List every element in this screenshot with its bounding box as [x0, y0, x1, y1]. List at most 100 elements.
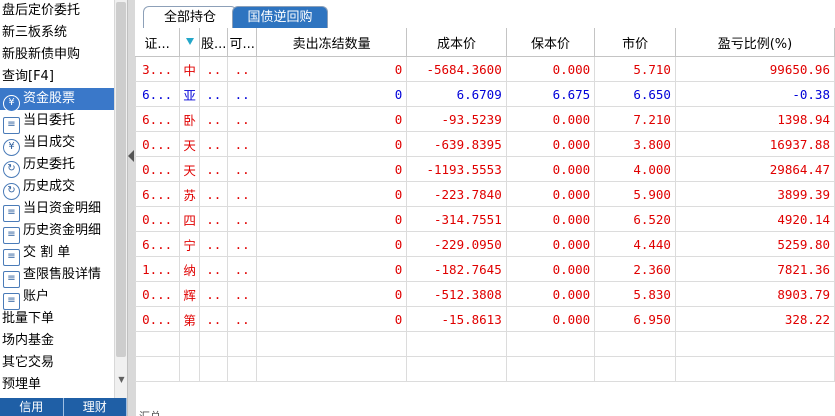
- cell-name: 天: [179, 131, 201, 157]
- sidebar-item[interactable]: ≡ 查限售股详情: [0, 264, 114, 288]
- cell-price: 5.900: [594, 181, 676, 207]
- cell-price: 7.210: [594, 106, 676, 132]
- cell-price: 4.440: [594, 231, 676, 257]
- cell-pnl-ratio: 4920.14: [675, 206, 835, 232]
- cell-cost: -93.5239: [406, 106, 507, 132]
- sidebar-item[interactable]: 新股新债申购: [0, 44, 114, 66]
- empty-cell: [675, 331, 835, 357]
- cell-available-truncated: ..: [227, 256, 257, 282]
- cell-price: 6.650: [594, 81, 676, 107]
- cell-pnl-ratio: 3899.39: [675, 181, 835, 207]
- cell-pnl-ratio: 16937.88: [675, 131, 835, 157]
- cell-available-truncated: ..: [227, 156, 257, 182]
- table-row[interactable]: 6... 亚.... 0 6.6709 6.675 6.650 -0.38: [135, 81, 835, 107]
- cell-name-truncated: ..: [199, 306, 229, 332]
- sidebar-item[interactable]: ¥ 资金股票: [0, 88, 114, 112]
- sidebar-item[interactable]: ≡ 交 割 单: [0, 242, 114, 266]
- table-row[interactable]: 1... 纳.... 0 -182.7645 0.000 2.360 7821.36: [135, 256, 835, 282]
- table-row[interactable]: 6... 卧.... 0 -93.5239 0.000 7.210 1398.94: [135, 106, 835, 132]
- cell-frozen: 0: [256, 156, 408, 182]
- sidebar-item-label: 查询[F4]: [2, 69, 54, 84]
- sidebar-item[interactable]: ↻ 历史委托: [0, 154, 114, 178]
- cell-code: 0...: [135, 281, 181, 307]
- cell-cost: -5684.3600: [406, 56, 507, 82]
- tab-treasury-repo[interactable]: 国债逆回购: [232, 6, 328, 28]
- sidebar-item-label: 盘后定价委托: [2, 3, 81, 18]
- header-price[interactable]: 市价: [594, 28, 676, 57]
- sidebar-item-label: 其它交易: [2, 355, 55, 370]
- tab-credit[interactable]: 信用: [0, 398, 64, 416]
- position-tabbar: 全部持仓 国债逆回购: [135, 0, 835, 29]
- cell-breakeven: 0.000: [506, 281, 596, 307]
- cell-breakeven: 0.000: [506, 206, 596, 232]
- empty-cell: [594, 356, 676, 382]
- sidebar-item[interactable]: 场内基金: [0, 330, 114, 352]
- sidebar-item[interactable]: ≡ 账户: [0, 286, 114, 310]
- empty-cell: [199, 356, 229, 382]
- sidebar-scrollbar[interactable]: ▼: [114, 0, 128, 398]
- header-available[interactable]: 可...: [227, 28, 257, 57]
- cell-name-truncated: ..: [199, 106, 229, 132]
- table-row[interactable]: 0... 天.... 0 -639.8395 0.000 3.800 16937.88: [135, 131, 835, 157]
- cell-cost: -1193.5553: [406, 156, 507, 182]
- sidebar-item-label: 当日委托: [23, 113, 76, 128]
- header-sort[interactable]: [179, 28, 201, 57]
- sidebar-item[interactable]: 新三板系统: [0, 22, 114, 44]
- sidebar-item[interactable]: 其它交易: [0, 352, 114, 374]
- header-code[interactable]: 证...: [135, 28, 181, 57]
- table-row[interactable]: 0... 天.... 0 -1193.5553 0.000 4.000 29864.47: [135, 156, 835, 182]
- cell-name: 辉: [179, 281, 201, 307]
- cell-name-truncated: ..: [199, 256, 229, 282]
- cell-cost: -223.7840: [406, 181, 507, 207]
- cell-pnl-ratio: 29864.47: [675, 156, 835, 182]
- collapse-arrow-icon[interactable]: [128, 150, 134, 162]
- header-frozen[interactable]: 卖出冻结数量: [256, 28, 408, 57]
- sidebar-item[interactable]: ≡ 当日资金明细: [0, 198, 114, 222]
- cell-breakeven: 0.000: [506, 306, 596, 332]
- cell-breakeven: 0.000: [506, 106, 596, 132]
- cell-price: 2.360: [594, 256, 676, 282]
- sidebar-item[interactable]: ≡ 历史资金明细: [0, 220, 114, 244]
- cell-name: 卧: [179, 106, 201, 132]
- sidebar-item[interactable]: 批量下单: [0, 308, 114, 330]
- sidebar-item[interactable]: ¥ 当日成交: [0, 132, 114, 156]
- tab-all-positions[interactable]: 全部持仓: [143, 6, 237, 28]
- cell-available-truncated: ..: [227, 281, 257, 307]
- sidebar-item-label: 新三板系统: [2, 25, 68, 40]
- sidebar-item[interactable]: ↻ 历史成交: [0, 176, 114, 200]
- table-row[interactable]: 6... 宁.... 0 -229.0950 0.000 4.440 5259.80: [135, 231, 835, 257]
- cell-code: 6...: [135, 231, 181, 257]
- table-row[interactable]: 0... 第.... 0 -15.8613 0.000 6.950 328.22: [135, 306, 835, 332]
- table-row[interactable]: 0... 四.... 0 -314.7551 0.000 6.520 4920.14: [135, 206, 835, 232]
- cell-code: 6...: [135, 106, 181, 132]
- sidebar-item[interactable]: 预埋单: [0, 374, 114, 396]
- cell-frozen: 0: [256, 306, 408, 332]
- empty-cell: [135, 331, 181, 357]
- empty-cell: [199, 331, 229, 357]
- header-breakeven[interactable]: 保本价: [506, 28, 596, 57]
- cell-name: 四: [179, 206, 201, 232]
- table-row[interactable]: 3... 中.... 0 -5684.3600 0.000 5.710 99650.96: [135, 56, 835, 82]
- sidebar-item[interactable]: 查询[F4]: [0, 66, 114, 88]
- cell-frozen: 0: [256, 256, 408, 282]
- sidebar-item[interactable]: 盘后定价委托: [0, 0, 114, 22]
- header-name[interactable]: 股...: [199, 28, 229, 57]
- cell-available-truncated: ..: [227, 106, 257, 132]
- empty-cell: [594, 331, 676, 357]
- header-pnl-ratio[interactable]: 盈亏比例(%): [675, 28, 835, 57]
- sidebar-item[interactable]: ≡ 当日委托: [0, 110, 114, 134]
- empty-cell: [179, 356, 201, 382]
- cell-frozen: 0: [256, 106, 408, 132]
- table-row[interactable]: 0... 辉.... 0 -512.3808 0.000 5.830 8903.79: [135, 281, 835, 307]
- sidebar-scrollbar-thumb[interactable]: [116, 2, 126, 357]
- cell-breakeven: 0.000: [506, 156, 596, 182]
- cell-cost: 6.6709: [406, 81, 507, 107]
- table-row[interactable]: 6... 苏.... 0 -223.7840 0.000 5.900 3899.39: [135, 181, 835, 207]
- cell-code: 6...: [135, 81, 181, 107]
- cell-frozen: 0: [256, 206, 408, 232]
- cell-cost: -229.0950: [406, 231, 507, 257]
- tab-wealth[interactable]: 理财: [64, 398, 127, 416]
- sidebar-item-label: 历史成交: [23, 179, 76, 194]
- cell-pnl-ratio: 8903.79: [675, 281, 835, 307]
- header-cost[interactable]: 成本价: [406, 28, 507, 57]
